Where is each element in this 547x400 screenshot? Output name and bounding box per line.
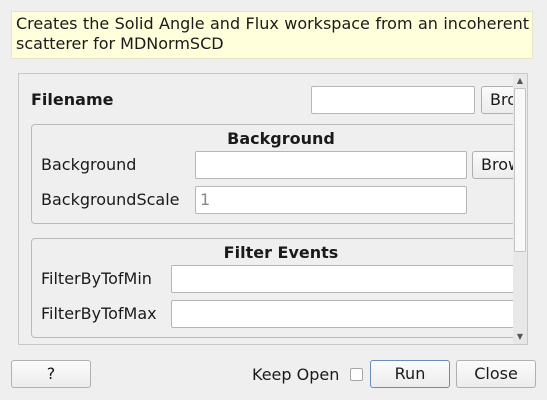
background-group-title: Background [227, 129, 335, 148]
scrollbar-thumb[interactable] [514, 88, 526, 252]
filter-events-group-title: Filter Events [223, 243, 339, 262]
filename-browse-button[interactable]: Browse [481, 86, 513, 114]
run-button[interactable]: Run [370, 360, 450, 388]
filter-tof-min-input[interactable] [171, 265, 513, 293]
help-button[interactable]: ? [11, 360, 91, 388]
background-scale-input[interactable]: 1 [195, 186, 467, 214]
keep-open-checkbox[interactable] [350, 368, 363, 381]
filter-tof-max-input[interactable] [171, 300, 513, 328]
filter-tof-max-label: FilterByTofMax [41, 304, 157, 323]
close-button[interactable]: Close [456, 360, 536, 388]
scroll-down-icon[interactable]: ▼ [513, 330, 527, 344]
filter-events-group: Filter Events FilterByTofMin FilterByTof… [31, 238, 513, 338]
background-group: Background Background Browse BackgroundS… [31, 124, 513, 224]
background-input[interactable] [195, 151, 467, 179]
properties-panel: Filename Browse Background Background Br… [19, 74, 513, 344]
vertical-scrollbar[interactable]: ▲ ▼ [513, 74, 527, 344]
algorithm-description: Creates the Solid Angle and Flux workspa… [11, 11, 533, 59]
properties-scroll-area[interactable]: Filename Browse Background Background Br… [18, 73, 528, 345]
background-scale-label: BackgroundScale [41, 190, 180, 209]
keep-open-label: Keep Open [252, 365, 340, 384]
background-browse-button[interactable]: Browse [472, 151, 513, 179]
filter-tof-min-label: FilterByTofMin [41, 269, 152, 288]
scroll-up-icon[interactable]: ▲ [513, 74, 527, 88]
filename-input[interactable] [311, 86, 475, 114]
background-label: Background [41, 155, 137, 174]
filename-label: Filename [31, 90, 114, 109]
